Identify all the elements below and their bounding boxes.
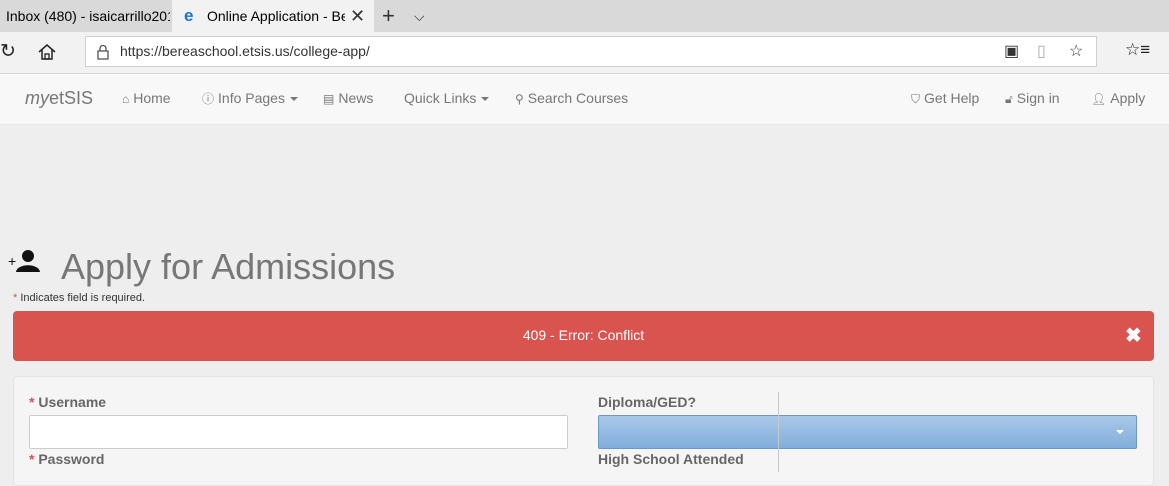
nav-get-help[interactable]: ⛉ Get Help	[911, 74, 979, 123]
caret-down-icon	[289, 97, 298, 102]
nav-info-pages[interactable]: ⓘ Info Pages	[202, 74, 298, 123]
favorites-icon[interactable]: ☆≡	[1125, 40, 1150, 60]
add-user-icon: 👤︎	[1091, 92, 1107, 106]
new-tab-icon[interactable]: +	[382, 0, 395, 32]
nav-label: Info Pages	[218, 90, 285, 106]
nav-label: Apply	[1110, 90, 1146, 106]
brand-prefix: my	[25, 88, 49, 108]
browser-tab-strip: Inbox (480) - isaicarrillo2016 e Online …	[0, 0, 1169, 32]
brand-suffix: etSIS	[49, 88, 94, 108]
url-text: https://bereaschool.etsis.us/college-app…	[120, 43, 370, 59]
diploma-select[interactable]	[598, 415, 1137, 449]
password-label: * Password	[29, 451, 104, 467]
diploma-label: Diploma/GED?	[598, 394, 697, 410]
brand-logo[interactable]: myetSIS	[25, 74, 93, 122]
divider	[778, 392, 779, 472]
alert-message: 409 - Error: Conflict	[522, 327, 645, 343]
chevron-down-icon[interactable]: ⌵	[414, 0, 425, 32]
required-marker: *	[13, 292, 18, 304]
tracking-prevention-icon[interactable]: ▣	[1004, 41, 1019, 61]
username-field[interactable]	[29, 415, 568, 449]
address-bar[interactable]: https://bereaschool.etsis.us/college-app…	[85, 36, 1097, 67]
username-label: * Username	[29, 394, 106, 410]
error-alert: 409 - Error: Conflict ✖	[13, 311, 1154, 361]
caret-down-icon	[481, 97, 490, 102]
tab-inbox[interactable]: Inbox (480) - isaicarrillo2016	[0, 0, 170, 32]
nav-news[interactable]: ▤ News	[323, 74, 373, 123]
nav-sign-in[interactable]: 🔓︎ Sign in	[1005, 74, 1060, 123]
star-icon[interactable]: ☆	[1069, 41, 1083, 61]
nav-label: News	[338, 90, 374, 106]
browser-address-row: ↻ https://bereaschool.etsis.us/college-a…	[0, 32, 1169, 74]
close-icon[interactable]: ✕	[350, 0, 365, 32]
nav-label: Get Help	[924, 90, 980, 106]
shield-icon: ⛉	[911, 92, 921, 106]
svg-text:+: +	[8, 253, 16, 269]
lock-icon	[97, 44, 109, 60]
home-icon: ⌂	[122, 92, 130, 106]
nav-label: Search Courses	[527, 90, 629, 106]
nav-apply[interactable]: 👤︎ Apply	[1091, 74, 1145, 123]
add-user-icon: +	[8, 250, 40, 272]
page-title: Apply for Admissions	[61, 246, 396, 287]
nav-label: Quick Links	[404, 90, 477, 106]
site-navbar: myetSIS ⌂ Home ⓘ Info Pages ▤ News Quick Li…	[0, 74, 1169, 125]
required-marker: *	[29, 451, 35, 467]
required-note-text: Indicates field is required.	[20, 292, 146, 304]
caret-down-icon	[1116, 430, 1124, 434]
close-icon[interactable]: ✖	[1125, 324, 1142, 348]
newspaper-icon: ▤	[323, 92, 335, 106]
nav-search-courses[interactable]: ⚲ Search Courses	[515, 74, 628, 123]
info-icon: ⓘ	[202, 92, 215, 106]
nav-quick-links[interactable]: Quick Links	[404, 74, 490, 122]
tab-online-application[interactable]: e Online Application - Berea ✕	[172, 0, 374, 32]
edge-icon: e	[184, 6, 194, 25]
password-label-text: Password	[38, 451, 105, 467]
required-note: * Indicates field is required.	[13, 292, 145, 304]
search-icon: ⚲	[515, 92, 524, 106]
high-school-label: High School Attended	[598, 451, 744, 467]
home-icon[interactable]	[36, 41, 58, 63]
tab-title: Inbox (480) - isaicarrillo2016	[6, 8, 170, 24]
username-label-text: Username	[38, 394, 107, 410]
nav-home[interactable]: ⌂ Home	[122, 74, 171, 123]
unlock-icon: 🔓︎	[1005, 92, 1013, 106]
nav-label: Home	[133, 90, 171, 106]
reading-view-icon[interactable]: ▯	[1037, 41, 1046, 61]
tab-title: Online Application - Berea	[207, 8, 345, 24]
nav-label: Sign in	[1016, 90, 1060, 106]
required-marker: *	[29, 394, 35, 410]
refresh-icon[interactable]: ↻	[0, 40, 16, 63]
